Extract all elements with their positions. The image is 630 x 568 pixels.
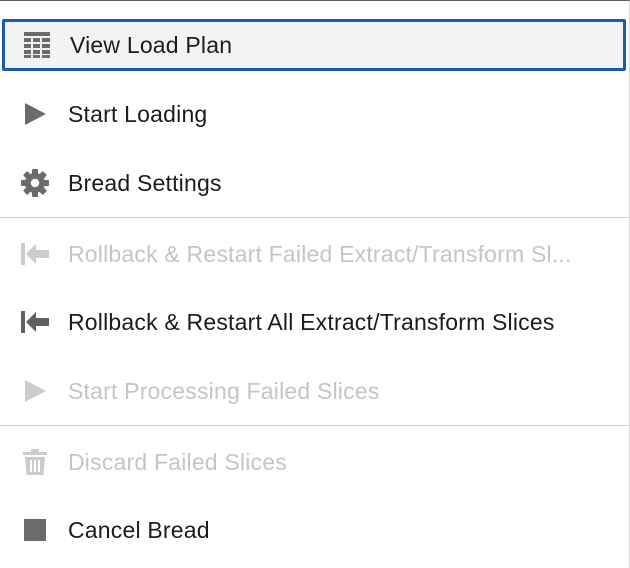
context-menu: View Load Plan Start Loading Bread Setti… <box>0 0 630 568</box>
menu-item-label: Rollback & Restart All Extract/Transform… <box>68 308 555 335</box>
play-icon <box>20 99 50 129</box>
menu-item-label: Rollback & Restart Failed Extract/Transf… <box>68 240 572 267</box>
gear-icon <box>20 168 50 198</box>
stop-icon <box>20 515 50 545</box>
menu-item-start-processing-failed[interactable]: Start Processing Failed Slices <box>0 360 629 422</box>
menu-item-label: Start Processing Failed Slices <box>68 377 380 404</box>
menu-item-rollback-restart-failed[interactable]: Rollback & Restart Failed Extract/Transf… <box>0 223 629 285</box>
menu-item-bread-settings[interactable]: Bread Settings <box>0 152 629 214</box>
play-icon <box>20 376 50 406</box>
rollback-icon <box>20 239 50 269</box>
menu-item-label: View Load Plan <box>70 31 233 58</box>
menu-item-start-loading[interactable]: Start Loading <box>0 83 629 145</box>
grid-table-icon <box>22 30 52 60</box>
menu-item-label: Cancel Bread <box>68 516 210 543</box>
menu-item-view-load-plan[interactable]: View Load Plan <box>2 19 626 71</box>
menu-divider <box>0 217 629 218</box>
menu-item-cancel-bread[interactable]: Cancel Bread <box>0 499 629 561</box>
menu-item-rollback-restart-all[interactable]: Rollback & Restart All Extract/Transform… <box>0 291 629 353</box>
trash-icon <box>20 447 50 477</box>
menu-item-label: Start Loading <box>68 100 208 127</box>
menu-item-label: Discard Failed Slices <box>68 448 287 475</box>
rollback-icon <box>20 307 50 337</box>
menu-divider <box>0 425 629 426</box>
menu-item-discard-failed[interactable]: Discard Failed Slices <box>0 431 629 493</box>
menu-item-label: Bread Settings <box>68 169 222 196</box>
